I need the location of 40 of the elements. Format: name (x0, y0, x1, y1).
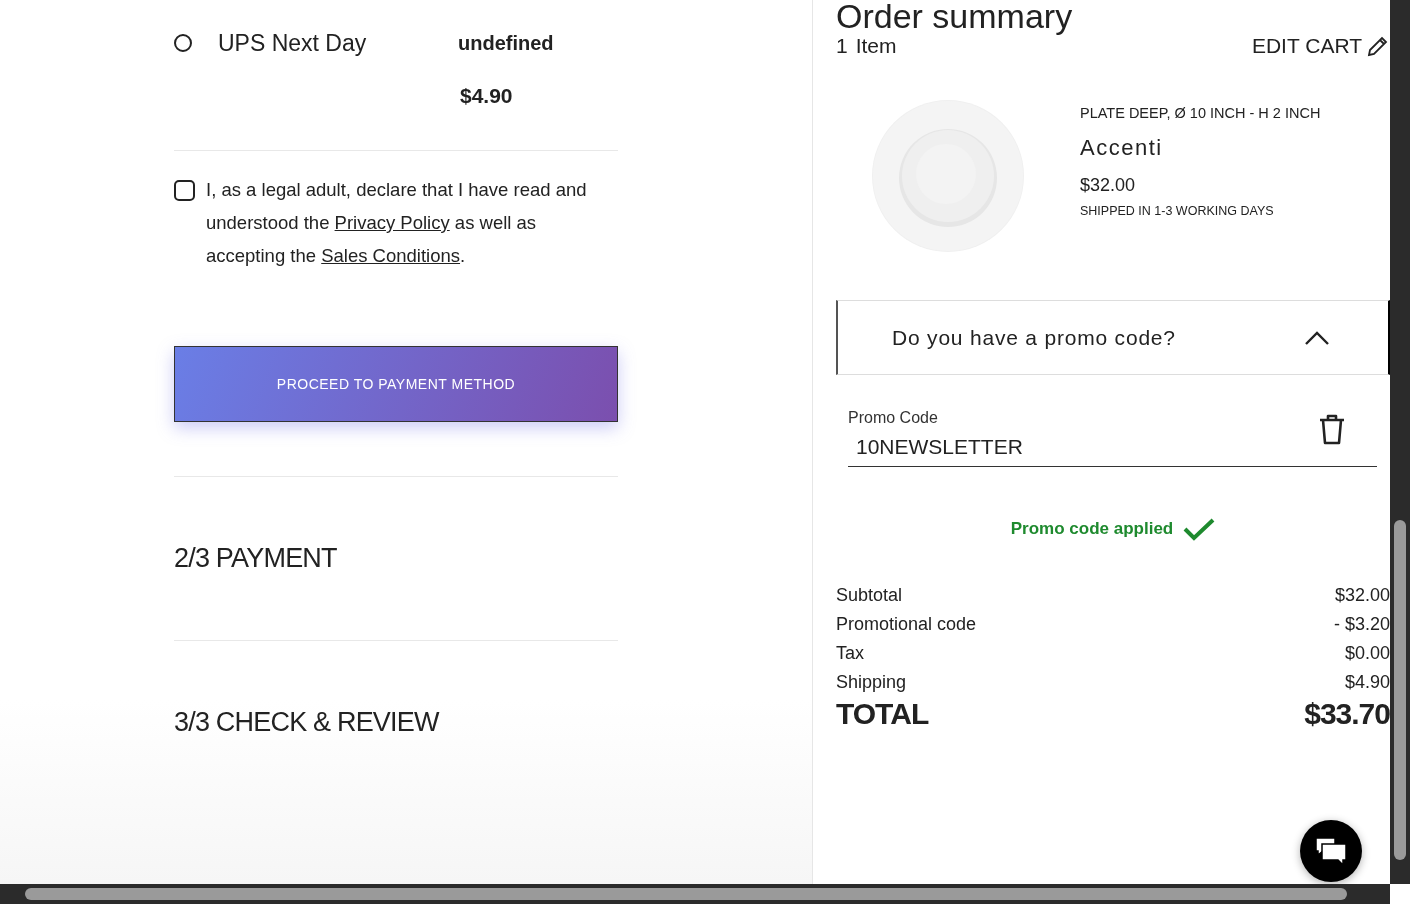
summary-label: Promotional code (836, 614, 977, 635)
summary-value: - $3.20 (1333, 614, 1390, 635)
summary-value: $0.00 (1344, 643, 1390, 664)
product-price: $32.00 (1080, 175, 1137, 196)
summary-title: Order summary (836, 0, 1074, 34)
promo-status: Promo code applied (1010, 519, 1174, 539)
proceed-button[interactable]: PROCEED TO PAYMENT METHOD (174, 346, 618, 422)
promo-toggle[interactable]: Do you have a promo code? (836, 300, 1390, 375)
pencil-icon (1366, 34, 1390, 58)
consent-text: I, as a legal adult, declare that I have read and understood the Privacy Policy as well as accepting the Sales Conditions. (206, 178, 588, 268)
product-name: Accenti (1080, 135, 1164, 161)
summary-value: $32.00 (1334, 585, 1390, 606)
shipping-price: $4.90 (460, 84, 514, 108)
scrollbar-thumb[interactable] (25, 888, 1347, 900)
trash-icon[interactable] (1317, 413, 1347, 445)
item-label: Item (855, 34, 897, 58)
promo-label: Promo Code (848, 409, 938, 427)
policy-link[interactable]: Privacy Policy (334, 212, 450, 233)
vertical-scrollbar[interactable] (1390, 0, 1410, 884)
total-value: $33.70 (1304, 697, 1390, 731)
item-count: 1 (836, 34, 848, 58)
delivery-time: undefined (458, 31, 554, 55)
policy-link[interactable]: Sales Conditions (321, 245, 461, 266)
horizontal-scrollbar[interactable] (0, 884, 1390, 904)
step-heading[interactable]: 3/3 CHECK & REVIEW (174, 641, 618, 804)
total-label: TOTAL (836, 697, 929, 731)
step-heading[interactable]: 2/3 PAYMENT (174, 477, 618, 640)
shipping-option-label: UPS Next Day (218, 29, 368, 57)
shipping-note: SHIPPED IN 1-3 WORKING DAYS (1080, 204, 1275, 218)
product-description: PLATE DEEP, Ø 10 INCH - H 2 INCH (1080, 105, 1321, 121)
scrollbar-thumb[interactable] (1394, 520, 1406, 860)
summary-label: Shipping (836, 672, 907, 693)
summary-label: Subtotal (836, 585, 903, 606)
radio-button[interactable] (174, 34, 192, 52)
check-icon (1183, 517, 1216, 541)
summary-value: $4.90 (1344, 672, 1390, 693)
consent-checkbox[interactable] (174, 180, 195, 201)
promo-code-field[interactable]: 10NEWSLETTER (848, 427, 1377, 467)
summary-label: Tax (836, 643, 864, 664)
edit-cart-link[interactable]: EDIT CART (1251, 34, 1390, 58)
